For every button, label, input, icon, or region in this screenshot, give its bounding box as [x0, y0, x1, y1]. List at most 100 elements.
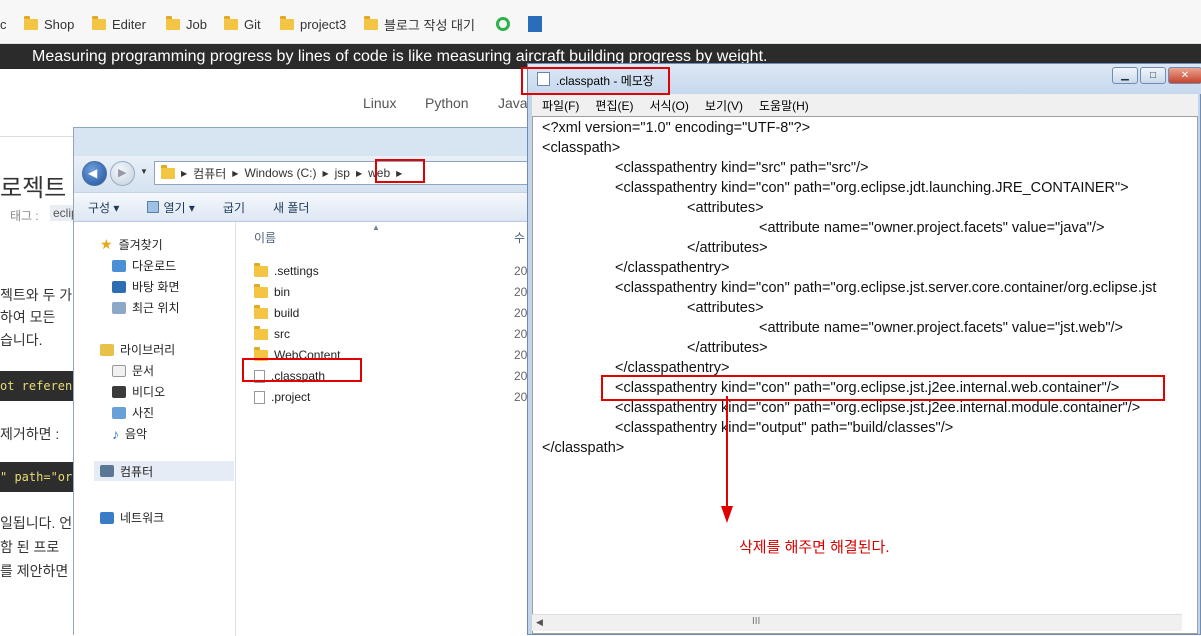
list-item[interactable]: build: [254, 304, 299, 320]
code-line: <attributes>: [687, 200, 764, 216]
bookmark-blog-draft[interactable]: 블로그 작성 대기: [364, 15, 475, 33]
maximize-icon: □: [1149, 70, 1157, 81]
highlight-classpath-file: [242, 358, 362, 382]
menu-bar: 파일(F) 편집(E) 서식(O) 보기(V) 도움말(H): [532, 94, 1198, 116]
date-cell: 20: [514, 348, 528, 362]
date-cell: 20: [514, 369, 528, 383]
explorer-toolbar: 구성 ▾ 열기 ▾ 굽기 새 폴더: [74, 192, 544, 222]
code-line: <attribute name="owner.project.facets" v…: [759, 220, 1105, 236]
new-folder-button[interactable]: 새 폴더: [259, 199, 323, 216]
code-line: <classpathentry kind="src" path="src"/>: [615, 160, 869, 176]
file-icon: [254, 390, 265, 404]
videos-icon: [112, 385, 126, 398]
menu-edit[interactable]: 편집(E): [585, 97, 639, 114]
minimize-button[interactable]: ▁: [1112, 67, 1138, 84]
code-line: <classpathentry kind="con" path="org.ecl…: [615, 180, 1129, 196]
folder-icon: [254, 325, 268, 340]
code-block: " path="org: [0, 462, 80, 492]
folder-icon: [224, 15, 238, 30]
downloads-icon: [112, 259, 126, 272]
folder-icon: [24, 15, 38, 30]
bookmark-green-app[interactable]: [496, 15, 510, 33]
burn-button[interactable]: 굽기: [209, 199, 259, 216]
star-icon: ★: [100, 236, 113, 252]
list-item[interactable]: .project: [254, 390, 310, 404]
nav-network[interactable]: 네트워크: [100, 509, 164, 526]
nav-desktop[interactable]: 바탕 화면: [112, 278, 180, 295]
address-bar-area: ◀ ▶ ▼ ▶ 컴퓨터 ▶ Windows (C:) ▶ jsp ▶ web ▶: [74, 156, 544, 192]
folder-icon: [254, 262, 268, 277]
notepad-icon: [147, 201, 160, 213]
code-line: <attributes>: [687, 300, 764, 316]
code-line: <?xml version="1.0" encoding="UTF-8"?>: [542, 120, 811, 136]
close-button[interactable]: ✕: [1168, 67, 1201, 84]
breadcrumb-jsp[interactable]: jsp: [335, 166, 350, 180]
bookmark-partial[interactable]: c: [0, 15, 7, 33]
scroll-left-icon[interactable]: ◀: [536, 617, 543, 628]
tag-label: 태그 :: [10, 209, 39, 223]
arrow-right-icon: ▶: [118, 167, 127, 179]
horizontal-scrollbar[interactable]: ◀ III: [532, 614, 1182, 631]
menu-view[interactable]: 보기(V): [695, 97, 749, 114]
scroll-grip[interactable]: III: [752, 616, 760, 627]
column-name-header[interactable]: 이름: [254, 229, 276, 246]
nav-music[interactable]: ♪ 음악: [112, 425, 147, 442]
sort-up-icon: ▲: [372, 223, 380, 232]
nav-linux[interactable]: Linux: [363, 95, 396, 111]
chevron-right-icon[interactable]: ▶: [356, 169, 362, 178]
list-item[interactable]: .settings: [254, 262, 319, 278]
maximize-button[interactable]: □: [1140, 67, 1166, 84]
close-icon: ✕: [1180, 70, 1190, 81]
computer-icon: [100, 465, 114, 477]
nav-recent[interactable]: 최근 위치: [112, 299, 180, 316]
breadcrumb-computer[interactable]: 컴퓨터: [193, 165, 226, 182]
menu-format[interactable]: 서식(O): [639, 97, 694, 114]
nav-videos[interactable]: 비디오: [112, 383, 165, 400]
menu-file[interactable]: 파일(F): [532, 97, 585, 114]
nav-favorites[interactable]: ★ 즐겨찾기: [100, 236, 163, 253]
open-button[interactable]: 열기 ▾: [133, 199, 208, 216]
code-line: </classpathentry>: [615, 360, 730, 376]
chevron-right-icon[interactable]: ▶: [181, 169, 187, 178]
chevron-right-icon[interactable]: ▶: [232, 169, 238, 178]
bookmark-job[interactable]: Job: [166, 15, 207, 33]
breadcrumb-drive[interactable]: Windows (C:): [244, 166, 316, 180]
chevron-right-icon[interactable]: ▶: [322, 169, 328, 178]
nav-downloads[interactable]: 다운로드: [112, 257, 176, 274]
list-item[interactable]: src: [254, 325, 290, 341]
address-box[interactable]: ▶ 컴퓨터 ▶ Windows (C:) ▶ jsp ▶ web ▶: [154, 161, 544, 185]
nav-computer[interactable]: 컴퓨터: [94, 461, 234, 481]
pictures-icon: [112, 406, 126, 419]
music-icon: ♪: [112, 425, 119, 442]
arrow-down-icon: [721, 396, 733, 523]
list-item[interactable]: bin: [254, 283, 290, 299]
highlight-web-folder: [375, 159, 425, 183]
bookmark-shop[interactable]: Shop: [24, 15, 74, 33]
folder-icon: [254, 283, 268, 298]
bookmark-project3[interactable]: project3: [280, 15, 346, 33]
folder-icon: [166, 15, 180, 30]
bookmark-git[interactable]: Git: [224, 15, 261, 33]
nav-python[interactable]: Python: [425, 95, 469, 111]
nice-logo-icon: [528, 16, 542, 32]
bookmark-editer[interactable]: Editer: [92, 15, 146, 33]
nav-java[interactable]: Java: [498, 95, 528, 111]
forward-button[interactable]: ▶: [110, 161, 135, 186]
code-block: ot referenc: [0, 371, 80, 401]
recent-pages-dropdown-icon[interactable]: ▼: [140, 167, 148, 176]
date-cell: 20: [514, 390, 528, 404]
post-title: 로젝트: [0, 175, 67, 202]
nav-pictures[interactable]: 사진: [112, 404, 154, 421]
minimize-icon: ▁: [1121, 70, 1129, 81]
code-line: <classpath>: [542, 140, 621, 156]
library-icon: [100, 343, 114, 356]
nav-documents[interactable]: 문서: [112, 362, 154, 379]
column-date-header[interactable]: 수: [514, 229, 525, 246]
highlight-web-container-line: [601, 375, 1165, 401]
back-button[interactable]: ◀: [82, 161, 107, 186]
organize-button[interactable]: 구성 ▾: [74, 199, 133, 216]
menu-help[interactable]: 도움말(H): [749, 97, 815, 114]
nav-libraries[interactable]: 라이브러리: [100, 341, 175, 358]
bookmarks-bar: c Shop Editer Job Git project3 블로그 작성 대기: [0, 0, 1201, 44]
bookmark-nice[interactable]: [528, 15, 542, 33]
